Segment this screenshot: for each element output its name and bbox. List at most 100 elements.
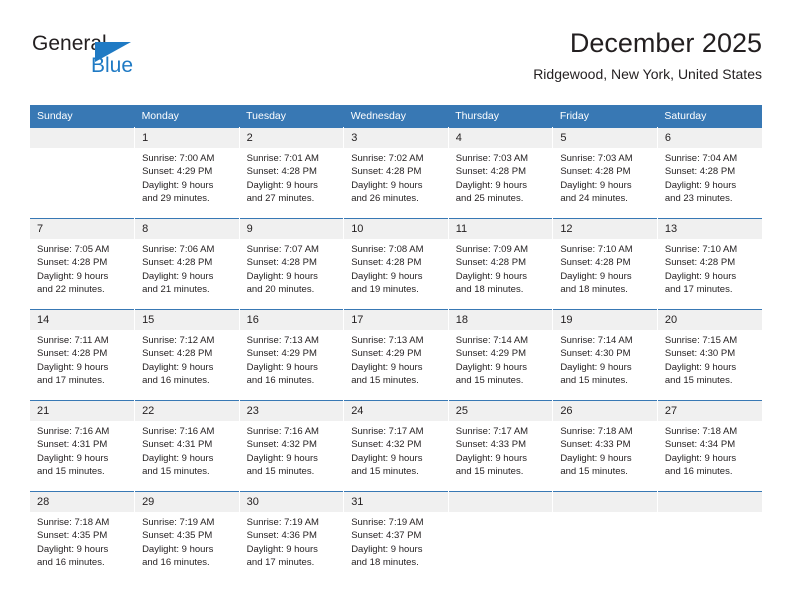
- sunset-text: Sunset: 4:30 PM: [664, 348, 736, 360]
- sunrise-text: Sunrise: 7:04 AM: [664, 153, 738, 164]
- calendar-day-cell[interactable]: 18 Sunrise: 7:14 AM Sunset: 4:29 PM Dayligh…: [448, 309, 554, 401]
- day-number: [553, 492, 657, 512]
- calendar-week-row: 1 Sunrise: 7:00 AM Sunset: 4:29 PM Daylight…: [30, 127, 762, 219]
- calendar-cell-empty: [552, 491, 658, 582]
- day-number: 13: [657, 219, 762, 239]
- calendar-day-cell[interactable]: 22 Sunrise: 7:16 AM Sunset: 4:31 PM Dayligh…: [134, 400, 240, 492]
- sunrise-text: Sunrise: 7:10 AM: [560, 244, 633, 255]
- calendar-day-cell[interactable]: 24 Sunrise: 7:17 AM Sunset: 4:32 PM Dayligh…: [343, 400, 449, 492]
- daylight-text-line1: Daylight: 9 hours: [455, 270, 528, 282]
- calendar-day-cell[interactable]: 10 Sunrise: 7:08 AM Sunset: 4:28 PM Dayligh…: [343, 218, 449, 310]
- sunset-text: Sunset: 4:28 PM: [37, 257, 108, 269]
- daylight-text-line2: and 16 minutes.: [37, 557, 105, 569]
- sunset-text: Sunset: 4:32 PM: [246, 439, 317, 451]
- daylight-text-line1: Daylight: 9 hours: [142, 543, 214, 555]
- sunset-text: Sunset: 4:28 PM: [142, 348, 213, 360]
- calendar-day-cell[interactable]: 15 Sunrise: 7:12 AM Sunset: 4:28 PM Dayligh…: [134, 309, 240, 401]
- daylight-text-line1: Daylight: 9 hours: [142, 270, 214, 282]
- weekday-header-row: Sunday Monday Tuesday Wednesday Thursday Frid…: [30, 105, 762, 128]
- calendar-day-cell[interactable]: 16 Sunrise: 7:13 AM Sunset: 4:29 PM Dayligh…: [239, 309, 345, 401]
- calendar-day-cell[interactable]: 26 Sunrise: 7:18 AM Sunset: 4:33 PM Dayligh…: [552, 400, 658, 492]
- daylight-text-line1: Daylight: 9 hours: [664, 179, 737, 191]
- calendar-week-row: 14 Sunrise: 7:11 AM Sunset: 4:28 PM Dayligh…: [30, 309, 762, 401]
- day-details: Sunrise: 7:15 AM Sunset: 4:30 PM Daylight:…: [658, 330, 762, 388]
- calendar-cell-empty: [657, 491, 762, 582]
- calendar-day-cell[interactable]: 13 Sunrise: 7:10 AM Sunset: 4:28 PM Dayligh…: [657, 218, 762, 310]
- calendar-day-cell[interactable]: 30 Sunrise: 7:19 AM Sunset: 4:36 PM Dayligh…: [239, 491, 345, 582]
- calendar-day-cell[interactable]: 29 Sunrise: 7:19 AM Sunset: 4:35 PM Dayligh…: [134, 491, 240, 582]
- day-details: Sunrise: 7:14 AM Sunset: 4:29 PM Daylight:…: [449, 330, 553, 388]
- sunset-text: Sunset: 4:28 PM: [455, 166, 526, 178]
- daylight-text-line1: Daylight: 9 hours: [142, 179, 214, 191]
- calendar-day-cell[interactable]: 28 Sunrise: 7:18 AM Sunset: 4:35 PM Dayligh…: [30, 491, 136, 582]
- calendar-day-cell[interactable]: 5 Sunrise: 7:03 AM Sunset: 4:28 PM Daylight…: [552, 127, 658, 219]
- sunset-text: Sunset: 4:28 PM: [142, 257, 213, 269]
- sunrise-text: Sunrise: 7:19 AM: [351, 517, 424, 528]
- sunset-text: Sunset: 4:37 PM: [351, 530, 422, 542]
- day-number: 1: [135, 128, 239, 148]
- calendar-day-cell[interactable]: 11 Sunrise: 7:09 AM Sunset: 4:28 PM Dayligh…: [448, 218, 554, 310]
- day-number: 14: [30, 310, 135, 330]
- daylight-text-line1: Daylight: 9 hours: [142, 452, 214, 464]
- daylight-text-line2: and 27 minutes.: [246, 193, 315, 205]
- calendar-day-cell[interactable]: 9 Sunrise: 7:07 AM Sunset: 4:28 PM Daylight…: [239, 218, 345, 310]
- day-details: Sunrise: 7:01 AM Sunset: 4:28 PM Daylight:…: [240, 148, 344, 206]
- sunset-text: Sunset: 4:28 PM: [664, 166, 736, 178]
- calendar-day-cell[interactable]: 25 Sunrise: 7:17 AM Sunset: 4:33 PM Dayligh…: [448, 400, 554, 492]
- calendar-day-cell[interactable]: 6 Sunrise: 7:04 AM Sunset: 4:28 PM Daylight…: [657, 127, 762, 219]
- calendar-day-cell[interactable]: 31 Sunrise: 7:19 AM Sunset: 4:37 PM Dayligh…: [343, 491, 449, 582]
- day-details: Sunrise: 7:13 AM Sunset: 4:29 PM Daylight:…: [344, 330, 448, 388]
- calendar-day-cell[interactable]: 20 Sunrise: 7:15 AM Sunset: 4:30 PM Dayligh…: [657, 309, 762, 401]
- day-details: Sunrise: 7:17 AM Sunset: 4:33 PM Daylight:…: [449, 421, 553, 479]
- calendar-day-cell[interactable]: 21 Sunrise: 7:16 AM Sunset: 4:31 PM Dayligh…: [30, 400, 136, 492]
- daylight-text-line2: and 18 minutes.: [455, 284, 524, 296]
- day-details: Sunrise: 7:18 AM Sunset: 4:35 PM Daylight:…: [30, 512, 134, 570]
- day-details: Sunrise: 7:19 AM Sunset: 4:35 PM Daylight:…: [135, 512, 239, 570]
- daylight-text-line2: and 26 minutes.: [351, 193, 419, 205]
- daylight-text-line2: and 22 minutes.: [37, 284, 105, 296]
- daylight-text-line2: and 15 minutes.: [560, 375, 628, 387]
- calendar-day-cell[interactable]: 2 Sunrise: 7:01 AM Sunset: 4:28 PM Daylight…: [239, 127, 345, 219]
- daylight-text-line1: Daylight: 9 hours: [455, 361, 528, 373]
- calendar-day-cell[interactable]: 3 Sunrise: 7:02 AM Sunset: 4:28 PM Daylight…: [343, 127, 449, 219]
- day-number: 6: [657, 128, 762, 148]
- calendar-day-cell[interactable]: 17 Sunrise: 7:13 AM Sunset: 4:29 PM Dayligh…: [343, 309, 449, 401]
- sunset-text: Sunset: 4:35 PM: [142, 530, 213, 542]
- page-title: December 2025: [569, 28, 762, 58]
- calendar-day-cell[interactable]: 8 Sunrise: 7:06 AM Sunset: 4:28 PM Daylight…: [134, 218, 240, 310]
- daylight-text-line1: Daylight: 9 hours: [560, 361, 632, 373]
- daylight-text-line2: and 17 minutes.: [246, 557, 315, 569]
- sunrise-text: Sunrise: 7:08 AM: [351, 244, 424, 255]
- day-details: Sunrise: 7:10 AM Sunset: 4:28 PM Daylight:…: [553, 239, 657, 297]
- daylight-text-line2: and 16 minutes.: [246, 375, 315, 387]
- sunset-text: Sunset: 4:29 PM: [142, 166, 213, 178]
- day-number: 22: [135, 401, 239, 421]
- day-number: 27: [657, 401, 762, 421]
- calendar-day-cell[interactable]: 27 Sunrise: 7:18 AM Sunset: 4:34 PM Dayligh…: [657, 400, 762, 492]
- calendar-week-row: 28 Sunrise: 7:18 AM Sunset: 4:35 PM Dayligh…: [30, 491, 762, 582]
- calendar-day-cell[interactable]: 23 Sunrise: 7:16 AM Sunset: 4:32 PM Dayligh…: [239, 400, 345, 492]
- calendar-day-cell[interactable]: 4 Sunrise: 7:03 AM Sunset: 4:28 PM Daylight…: [448, 127, 554, 219]
- sunrise-text: Sunrise: 7:13 AM: [246, 335, 319, 346]
- calendar-day-cell[interactable]: 7 Sunrise: 7:05 AM Sunset: 4:28 PM Daylight…: [30, 218, 136, 310]
- sunrise-text: Sunrise: 7:00 AM: [142, 153, 215, 164]
- weekday-header-sunday: Sunday: [30, 105, 135, 128]
- sunrise-text: Sunrise: 7:13 AM: [351, 335, 424, 346]
- day-details: Sunrise: 7:14 AM Sunset: 4:30 PM Daylight:…: [553, 330, 657, 388]
- daylight-text-line1: Daylight: 9 hours: [455, 452, 528, 464]
- calendar-day-cell[interactable]: 1 Sunrise: 7:00 AM Sunset: 4:29 PM Daylight…: [134, 127, 240, 219]
- calendar-day-cell[interactable]: 19 Sunrise: 7:14 AM Sunset: 4:30 PM Dayligh…: [552, 309, 658, 401]
- day-details: Sunrise: 7:16 AM Sunset: 4:31 PM Daylight:…: [135, 421, 239, 479]
- calendar-day-cell[interactable]: 14 Sunrise: 7:11 AM Sunset: 4:28 PM Dayligh…: [30, 309, 136, 401]
- calendar-day-cell[interactable]: 12 Sunrise: 7:10 AM Sunset: 4:28 PM Dayligh…: [552, 218, 658, 310]
- general-blue-logo[interactable]: General Blue: [30, 30, 200, 86]
- weekday-header-wednesday: Wednesday: [343, 105, 449, 128]
- day-number: [448, 492, 553, 512]
- weekday-header-thursday: Thursday: [448, 105, 553, 128]
- day-number: 16: [239, 310, 344, 330]
- page-subtitle: Ridgewood, New York, United States: [533, 66, 762, 82]
- day-details: Sunrise: 7:08 AM Sunset: 4:28 PM Daylight:…: [344, 239, 448, 297]
- daylight-text-line1: Daylight: 9 hours: [351, 543, 423, 555]
- calendar-week-row: 7 Sunrise: 7:05 AM Sunset: 4:28 PM Daylight…: [30, 218, 762, 310]
- sunset-text: Sunset: 4:34 PM: [664, 439, 736, 451]
